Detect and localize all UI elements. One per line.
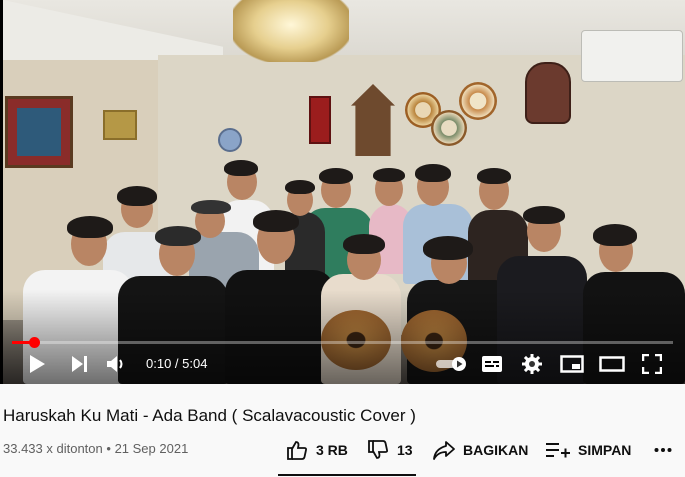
subtitles-icon bbox=[482, 356, 502, 372]
share-button[interactable]: BAGIKAN bbox=[433, 437, 528, 463]
meta-separator: • bbox=[106, 441, 111, 456]
next-icon bbox=[72, 356, 87, 372]
progress-bar[interactable] bbox=[12, 341, 673, 344]
like-dislike-ratio-bar bbox=[278, 474, 416, 476]
view-count: 33.433 x ditonton bbox=[3, 441, 103, 456]
video-player[interactable] bbox=[0, 0, 685, 384]
publish-date: 21 Sep 2021 bbox=[114, 441, 189, 456]
video-title: Haruskah Ku Mati - Ada Band ( Scalavacou… bbox=[3, 406, 416, 425]
scene-chandelier bbox=[233, 0, 349, 62]
save-button[interactable]: SIMPAN bbox=[546, 437, 631, 463]
settings-button[interactable] bbox=[520, 351, 544, 377]
play-icon bbox=[30, 355, 45, 373]
scene-air-conditioner bbox=[581, 30, 683, 82]
dislike-count: 13 bbox=[397, 442, 413, 458]
dislike-button[interactable]: 13 bbox=[367, 437, 413, 463]
share-label: BAGIKAN bbox=[463, 442, 529, 458]
mute-button[interactable] bbox=[104, 351, 130, 377]
thumbs-up-icon bbox=[287, 441, 307, 460]
autoplay-toggle[interactable] bbox=[434, 351, 470, 377]
add-to-playlist-icon bbox=[546, 443, 570, 458]
scene-wall-plate bbox=[459, 82, 497, 120]
scene-red-plaque bbox=[309, 96, 331, 144]
next-button[interactable] bbox=[68, 351, 92, 377]
play-button[interactable] bbox=[26, 351, 48, 377]
save-label: SIMPAN bbox=[578, 442, 632, 458]
scene-wall-crest bbox=[525, 62, 571, 124]
gear-icon bbox=[522, 354, 542, 374]
miniplayer-icon bbox=[560, 355, 584, 373]
fullscreen-icon bbox=[642, 354, 662, 374]
thumbs-down-icon bbox=[368, 440, 388, 459]
volume-icon bbox=[107, 356, 123, 372]
scene-wall-plate-blue bbox=[218, 128, 242, 152]
like-button[interactable]: 3 RB bbox=[286, 437, 348, 463]
scene-wall-plate bbox=[431, 110, 467, 146]
subtitles-button[interactable] bbox=[480, 351, 504, 377]
video-metadata: 33.433 x ditonton • 21 Sep 2021 bbox=[3, 441, 188, 456]
progress-scrubber[interactable] bbox=[28, 337, 40, 348]
autoplay-toggle-icon bbox=[436, 357, 466, 371]
more-actions-button[interactable] bbox=[654, 437, 680, 463]
more-icon bbox=[654, 448, 672, 452]
scene-gold-plaque bbox=[103, 110, 137, 140]
miniplayer-button[interactable] bbox=[559, 351, 585, 377]
share-arrow-icon bbox=[433, 441, 455, 460]
fullscreen-button[interactable] bbox=[640, 351, 664, 377]
time-display: 0:10 / 5:04 bbox=[146, 356, 208, 371]
scene-calligraphy-frame bbox=[5, 96, 73, 168]
theater-mode-button[interactable] bbox=[598, 351, 626, 377]
theater-icon bbox=[599, 356, 625, 372]
like-count: 3 RB bbox=[316, 442, 348, 458]
